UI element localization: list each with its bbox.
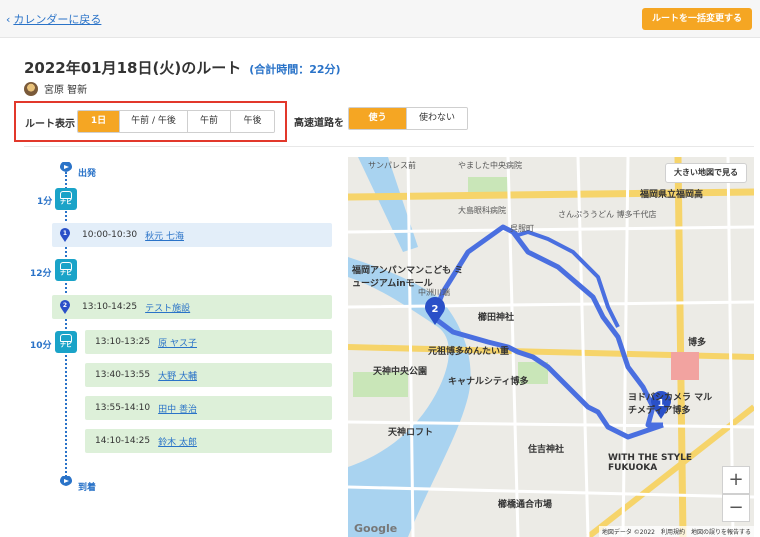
car-icon [60,334,72,342]
highway-segmented-control: 使う 使わない [348,107,468,130]
visit-name-link[interactable]: 大野 大輔 [158,369,197,382]
map-label: さんぷううどん 博多千代店 [558,210,657,219]
map-label: 福岡アンパンマンこども ミュージアムinモール [352,266,464,289]
user-name: 宮原 智新 [44,85,88,96]
leg-duration: 10分 [30,341,52,351]
highway-avoid-option[interactable]: 使わない [407,108,467,129]
route-display-label: ルート表示 [25,119,75,130]
timeline-line [65,172,67,484]
stop-time: 13:10-14:25 [82,302,138,312]
highway-use-option[interactable]: 使う [349,108,407,129]
back-link-label: カレンダーに戻る [13,13,102,26]
stop-2-marker-icon: 2 [60,300,70,314]
map-label: 呉服町 [510,224,534,233]
stop-1-marker-icon: 1 [60,228,70,242]
map-attribution: 地図データ ©2022 利用規約 地図の誤りを報告する [598,526,754,537]
navi-button[interactable]: ナビ [55,259,77,281]
map-label: 住吉神社 [528,445,565,455]
highway-label: 高速道路を [294,118,344,129]
start-flag-icon [60,162,72,180]
map-label: 櫛田神社 [478,313,515,323]
route-option-full-day[interactable]: 1日 [78,111,120,132]
page-title-row: 2022年01月18日(火)のルート (合計時間：22分) [24,57,341,78]
chevron-left-icon: ‹ [6,12,11,26]
stop-name-link[interactable]: 秋元 七海 [145,229,184,242]
stop-name-link[interactable]: テスト施設 [145,301,190,314]
visit-name-link[interactable]: 田中 善治 [158,402,197,415]
route-display-options: ルート表示 1日 午前 / 午後 午前 午後 [14,101,287,142]
route-display-segmented-control: 1日 午前 / 午後 午前 午後 [77,110,275,133]
map-label: WITH THE STYLE FUKUOKA [608,453,693,473]
page-title: 2022年01月18日(火)のルート [24,59,242,77]
back-to-calendar-link[interactable]: ‹ カレンダーに戻る [6,11,101,27]
top-bar: ‹ カレンダーに戻る ルートを一括変更する [0,0,760,38]
visit-time: 13:55-14:10 [95,403,151,413]
user-row: 宮原 智新 [24,81,87,96]
car-icon [60,191,72,199]
map-label: やました中央病院 [458,161,522,170]
stop-time: 10:00-10:30 [82,230,138,240]
sub-visit-card[interactable]: 13:55-14:10 田中 善治 [85,396,332,420]
large-map-button[interactable]: 大きい地図で見る [665,163,747,183]
leg-duration: 1分 [37,197,53,207]
map-label: 大島眼科病院 [458,206,506,215]
sub-visit-card[interactable]: 14:10-14:25 鈴木 太郎 [85,429,332,453]
svg-text:2: 2 [63,302,67,309]
visit-time: 13:40-13:55 [95,370,151,380]
total-time: (合計時間：22分) [249,63,341,76]
stop-card[interactable]: 10:00-10:30 秋元 七海 [52,223,332,247]
visit-name-link[interactable]: 原 ヤス子 [158,336,197,349]
map-label: 中洲川端 [418,288,450,297]
route-option-am-pm[interactable]: 午前 / 午後 [120,111,188,132]
map-label: 博多 [688,338,707,348]
stop-card[interactable]: 13:10-14:25 テスト施設 [52,295,332,319]
map-label: 福岡県立福岡高 [640,190,704,200]
sub-visit-card[interactable]: 13:40-13:55 大野 大輔 [85,363,332,387]
navi-button[interactable]: ナビ [55,331,77,353]
map-label: 天神ロフト [388,428,434,438]
navi-button[interactable]: ナビ [55,188,77,210]
start-label: 出発 [78,169,97,179]
divider [24,146,754,147]
zoom-out-button[interactable]: − [722,494,750,522]
route-option-am[interactable]: 午前 [188,111,231,132]
avatar [24,81,38,96]
visit-time: 14:10-14:25 [95,436,151,446]
map-label: ヨドバシカメラ マルチメディア博多 [628,393,713,416]
svg-text:1: 1 [63,230,67,237]
end-flag-icon [60,476,72,494]
car-icon [60,262,72,270]
zoom-in-button[interactable]: + [722,466,750,494]
route-timeline: 出発 1分 ナビ 10:00-10:30 秋元 七海 1 12分 ナビ 13:1… [0,150,340,537]
visit-time: 13:10-13:25 [95,337,151,347]
leg-duration: 12分 [30,269,52,279]
route-option-pm[interactable]: 午後 [231,111,274,132]
map-label: 元祖博多めんたい重 [428,347,510,357]
visit-name-link[interactable]: 鈴木 太郎 [158,435,197,448]
sub-visit-card[interactable]: 13:10-13:25 原 ヤス子 [85,330,332,354]
svg-text:2: 2 [432,304,439,315]
map-label: 櫛橋通合市場 [498,500,553,510]
route-map[interactable]: 2 1 サンパレス前 やました中央病院 福岡県立福岡高 大島眼科病院 さんぷうう… [348,157,754,537]
map-label: 天神中央公園 [373,367,428,377]
google-logo: Google [354,522,398,535]
map-label: キャナルシティ博多 [448,377,529,387]
change-all-routes-button[interactable]: ルートを一括変更する [641,8,752,30]
end-label: 到着 [78,483,97,493]
map-label: サンパレス前 [368,161,416,170]
